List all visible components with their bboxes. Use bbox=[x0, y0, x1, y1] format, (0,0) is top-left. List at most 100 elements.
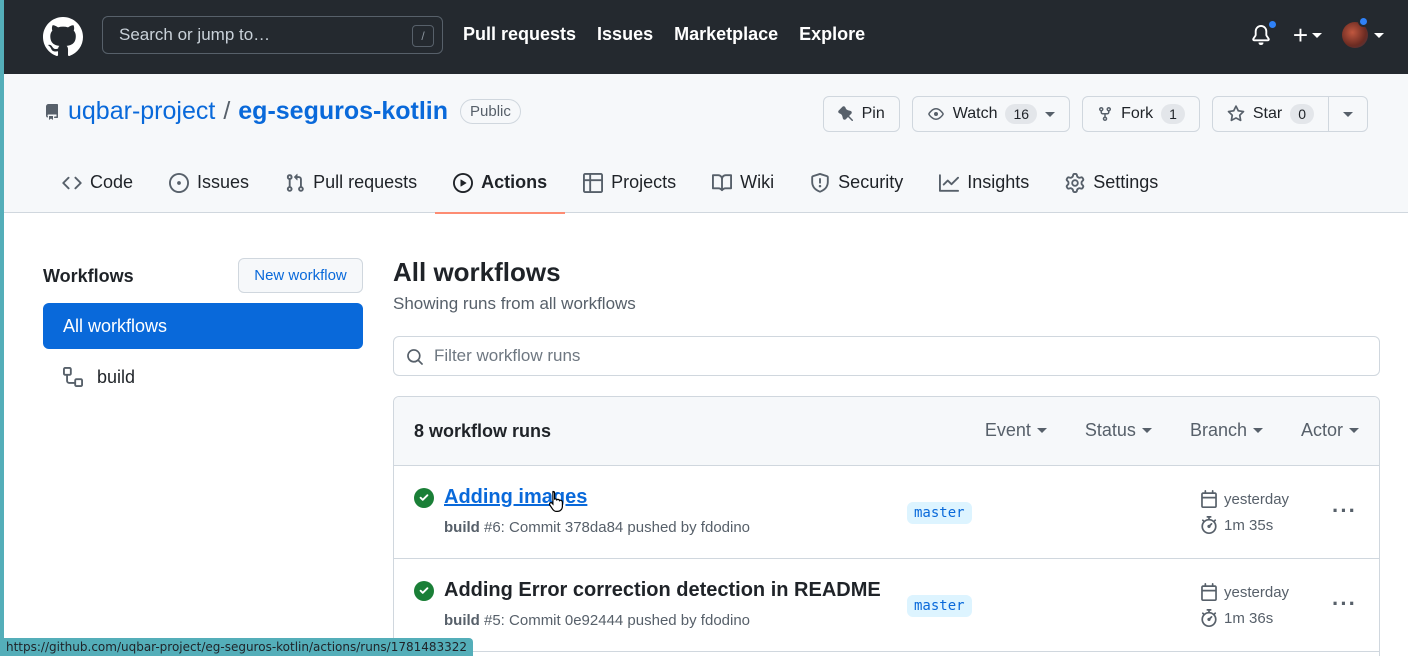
filter-actor-dropdown[interactable]: Actor bbox=[1301, 420, 1359, 441]
repo-separator: / bbox=[223, 97, 231, 125]
star-button-group: Star 0 bbox=[1211, 96, 1368, 132]
status-bar-url: https://github.com/uqbar-project/eg-segu… bbox=[0, 638, 474, 656]
pin-button[interactable]: Pin bbox=[822, 96, 900, 132]
table-icon bbox=[583, 173, 604, 193]
tab-insights[interactable]: Insights bbox=[921, 164, 1047, 213]
page-subtitle: Showing runs from all workflows bbox=[393, 294, 636, 313]
tab-label: Pull requests bbox=[313, 172, 418, 192]
chevron-down-icon bbox=[1312, 32, 1322, 38]
plus-icon: + bbox=[1292, 19, 1308, 50]
workflow-runs-list: 8 workflow runs Event Status Branch Acto… bbox=[393, 396, 1380, 656]
tab-projects[interactable]: Projects bbox=[565, 164, 694, 213]
fork-button[interactable]: Fork 1 bbox=[1082, 96, 1200, 132]
tab-actions[interactable]: Actions bbox=[435, 164, 566, 214]
visibility-badge: Public bbox=[460, 99, 521, 124]
header-actions: + bbox=[1249, 16, 1384, 53]
repo-header: uqbar-project / eg-seguros-kotlin Public… bbox=[4, 74, 1408, 214]
run-meta-text: #5: Commit 0e92444 pushed by fdodino bbox=[484, 612, 751, 629]
tab-issues[interactable]: Issues bbox=[151, 164, 267, 213]
nav-marketplace[interactable]: Marketplace bbox=[674, 24, 778, 45]
check-circle-icon bbox=[414, 488, 434, 508]
search-icon bbox=[407, 349, 423, 365]
calendar-icon bbox=[1201, 490, 1217, 508]
hand-cursor-icon bbox=[548, 490, 563, 512]
watch-label: Watch bbox=[952, 105, 998, 122]
stopwatch-icon bbox=[1201, 609, 1217, 627]
page-title: All workflows bbox=[393, 257, 561, 287]
shield-icon bbox=[811, 173, 829, 193]
branch-badge[interactable]: master bbox=[907, 595, 972, 617]
book-icon bbox=[712, 174, 733, 192]
run-meta: build #6: Commit 378da84 pushed by fdodi… bbox=[444, 519, 750, 536]
tab-label: Wiki bbox=[740, 172, 775, 192]
filter-workflow-runs-input[interactable]: Filter workflow runs bbox=[393, 336, 1380, 376]
watch-button[interactable]: Watch 16 bbox=[911, 96, 1071, 132]
run-meta: build #5: Commit 0e92444 pushed by fdodi… bbox=[444, 612, 750, 629]
watch-count: 16 bbox=[1005, 104, 1038, 124]
tab-label: Settings bbox=[1093, 172, 1159, 192]
nav-issues[interactable]: Issues bbox=[597, 24, 653, 45]
pull-request-icon bbox=[286, 173, 304, 192]
branch-badge[interactable]: master bbox=[907, 502, 972, 524]
fork-label: Fork bbox=[1121, 105, 1154, 122]
filter-event-dropdown[interactable]: Event bbox=[985, 420, 1047, 441]
chevron-down-icon bbox=[1141, 428, 1152, 433]
run-duration: 1m 35s bbox=[1224, 516, 1274, 534]
tab-wiki[interactable]: Wiki bbox=[694, 164, 792, 213]
filter-branch-dropdown[interactable]: Branch bbox=[1190, 420, 1263, 441]
star-button[interactable]: Star 0 bbox=[1211, 96, 1329, 132]
filter-status-dropdown[interactable]: Status bbox=[1085, 420, 1152, 441]
nav-explore[interactable]: Explore bbox=[799, 24, 865, 45]
tab-label: Issues bbox=[197, 172, 250, 192]
repo-owner-link[interactable]: uqbar-project bbox=[68, 97, 215, 126]
tab-label: Actions bbox=[481, 172, 548, 192]
chevron-down-icon bbox=[1374, 32, 1384, 38]
eye-icon bbox=[927, 108, 944, 120]
bell-icon[interactable] bbox=[1249, 17, 1278, 53]
repo-name-link[interactable]: eg-seguros-kotlin bbox=[238, 97, 448, 126]
github-logo-icon[interactable] bbox=[42, 16, 84, 58]
global-nav: Pull requests Issues Marketplace Explore bbox=[463, 24, 865, 45]
runs-filters: Event Status Branch Actor bbox=[985, 420, 1359, 441]
star-lists-dropdown[interactable] bbox=[1329, 96, 1368, 132]
search-input[interactable]: Search or jump to… / bbox=[102, 16, 443, 54]
graph-icon bbox=[939, 174, 960, 192]
check-circle-icon bbox=[414, 581, 434, 601]
run-meta-text: #6: Commit 378da84 pushed by fdodino bbox=[484, 519, 751, 536]
sidebar-item-label: build bbox=[97, 366, 136, 387]
search-shortcut-badge: / bbox=[412, 25, 434, 47]
run-date: yesterday bbox=[1224, 583, 1290, 601]
sidebar-item-all-workflows[interactable]: All workflows bbox=[43, 303, 363, 349]
tab-settings[interactable]: Settings bbox=[1047, 164, 1176, 213]
sidebar-title: Workflows bbox=[43, 266, 134, 286]
repo-title: uqbar-project / eg-seguros-kotlin Public bbox=[44, 97, 521, 126]
run-workflow-name: build bbox=[444, 612, 480, 629]
kebab-menu-icon[interactable]: ··· bbox=[1332, 498, 1357, 524]
filter-label: Event bbox=[984, 420, 1031, 440]
new-workflow-button[interactable]: New workflow bbox=[238, 258, 363, 293]
star-count: 0 bbox=[1290, 104, 1314, 124]
tab-security[interactable]: Security bbox=[792, 164, 921, 213]
tab-code[interactable]: Code bbox=[44, 164, 151, 213]
fork-icon bbox=[1099, 107, 1112, 122]
runs-count: 8 workflow runs bbox=[414, 420, 552, 441]
run-date: yesterday bbox=[1224, 490, 1290, 508]
star-icon bbox=[1227, 105, 1245, 122]
star-label: Star bbox=[1252, 105, 1283, 122]
filter-label: Actor bbox=[1300, 420, 1343, 440]
nav-pull-requests[interactable]: Pull requests bbox=[463, 24, 576, 45]
calendar-icon bbox=[1201, 583, 1217, 601]
tab-label: Projects bbox=[611, 172, 677, 192]
create-new-dropdown[interactable]: + bbox=[1293, 20, 1322, 51]
sidebar-item-build[interactable]: build bbox=[43, 356, 363, 398]
repo-icon bbox=[46, 103, 58, 120]
run-title-link[interactable]: Adding Error correction detection in REA… bbox=[444, 579, 881, 602]
table-row: Adding images build #6: Commit 378da84 p… bbox=[394, 466, 1379, 559]
run-timing: yesterday 1m 36s bbox=[1200, 583, 1289, 627]
tab-pull-requests[interactable]: Pull requests bbox=[267, 164, 435, 213]
user-menu[interactable] bbox=[1342, 16, 1384, 48]
code-icon bbox=[62, 176, 82, 190]
stopwatch-icon bbox=[1201, 516, 1217, 534]
filter-label: Branch bbox=[1189, 420, 1247, 440]
kebab-menu-icon[interactable]: ··· bbox=[1332, 591, 1357, 617]
